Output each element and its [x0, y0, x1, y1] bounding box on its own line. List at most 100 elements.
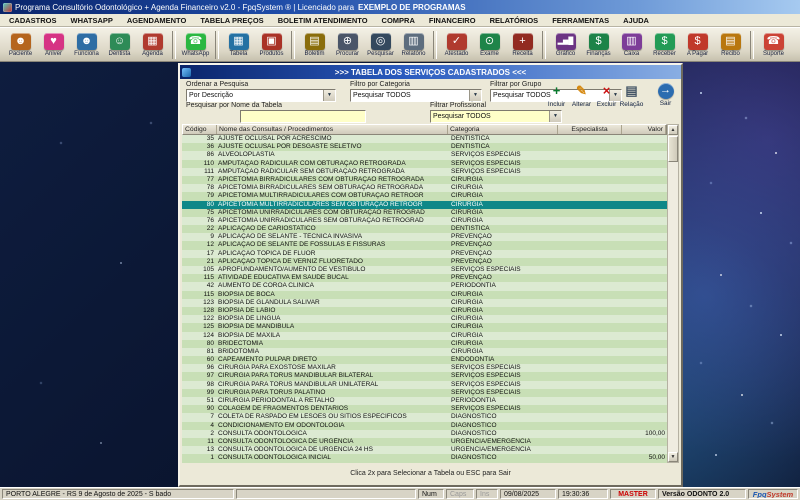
menu-item-whatsapp[interactable]: WHATSAPP	[64, 15, 120, 26]
toolbar-button-gr-fico[interactable]: ▂▅█Gráfico	[550, 33, 581, 57]
table-row[interactable]: 22APLICAÇÃO DE CARIOSTATICODENTISTICA	[182, 225, 667, 233]
table-row[interactable]: 51CIRURGIA PERIODONTAL A RETALHOPERIODON…	[182, 397, 667, 405]
toolbar-button-a-pagar[interactable]: $A Pagar	[682, 33, 713, 57]
table-row[interactable]: 122BIOPSIA DE LINGUACIRURGIA	[182, 315, 667, 323]
toolbar-button-receita[interactable]: +Receita	[507, 33, 538, 57]
menu-item-agendamento[interactable]: AGENDAMENTO	[120, 15, 193, 26]
menu-item-cadastros[interactable]: CADASTROS	[2, 15, 64, 26]
table-row[interactable]: 90COLAGEM DE FRAGMENTOS DENTARIOSSERVIÇO…	[182, 405, 667, 413]
column-header-codigo[interactable]: Código	[183, 125, 217, 134]
toolbar-button-dentista[interactable]: ☺Dentista	[104, 33, 135, 57]
menu-item-ajuda[interactable]: AJUDA	[616, 15, 656, 26]
table-row[interactable]: 105APROFUNDAMENTO/AUMENTO DE VESTIBULOSE…	[182, 266, 667, 274]
menu-item-tabela-pre-os[interactable]: TABELA PREÇOS	[193, 15, 270, 26]
table-row[interactable]: 9APLICAÇÃO DE SELANTE - TÉCNICA INVASIVA…	[182, 233, 667, 241]
alterar-button[interactable]: ✎Alterar	[569, 83, 594, 108]
toolbar-button-suporte[interactable]: ☎Suporte	[758, 33, 789, 57]
toolbar-label-receita: Receita	[512, 51, 532, 57]
column-header-valor[interactable]: Valor	[622, 125, 666, 134]
table-row[interactable]: 80BRIDECTOMIACIRURGIA	[182, 340, 667, 348]
table-name-search-input[interactable]	[240, 110, 366, 123]
toolbar-button-produtos[interactable]: ▣Produtos	[256, 33, 287, 57]
toolbar-button-pesquisar[interactable]: ◎Pesquisar	[365, 33, 396, 57]
vertical-scrollbar[interactable]: ▲ ▼	[667, 124, 679, 463]
table-row[interactable]: 99CIRURGIA PARA TORUS PALATINOSERVIÇOS E…	[182, 389, 667, 397]
table-row[interactable]: 4CONDICIONAMENTO EM ODONTOLOGIADIAGNÓSTI…	[182, 422, 667, 430]
incluir-button[interactable]: +Incluir	[544, 83, 569, 108]
cell-nome: APLICAÇÃO DE SELANTE - TÉCNICA INVASIVA	[216, 233, 449, 241]
table-row[interactable]: 98CIRURGIA PARA TORUS MANDIBULAR UNILATE…	[182, 381, 667, 389]
table-row[interactable]: 77APICETOMIA BIRRADICULARES COM OBTURAÇÃ…	[182, 176, 667, 184]
cell-especialista	[559, 266, 623, 274]
toolbar-button-paciente[interactable]: ☻Paciente	[5, 33, 36, 57]
table-row[interactable]: 115BIOPSIA DE BOCACIRURGIA	[182, 291, 667, 299]
table-row[interactable]: 110AMPUTAÇÃO RADICULAR COM OBTURAÇÃO RET…	[182, 160, 667, 168]
menu-item-relat-rios[interactable]: RELATÓRIOS	[483, 15, 546, 26]
cell-categoria: SERVIÇOS ESPECIAIS	[449, 266, 559, 274]
toolbar-button-funciona[interactable]: ☻Funciona	[71, 33, 102, 57]
table-row[interactable]: 125BIOPSIA DE MANDIBULACIRURGIA	[182, 323, 667, 331]
menu-item-ferramentas[interactable]: FERRAMENTAS	[545, 15, 616, 26]
scroll-down-icon[interactable]: ▼	[668, 452, 678, 462]
toolbar-button-relat-rio[interactable]: ▥Relatório	[398, 33, 429, 57]
toolbar-button-procurar[interactable]: ⊕Procurar	[332, 33, 363, 57]
cell-especialista	[559, 299, 623, 307]
toolbar-button-atestado[interactable]: ✓Atestado	[441, 33, 472, 57]
toolbar-button-agenda[interactable]: ▦Agenda	[137, 33, 168, 57]
toolbar-button-boletim[interactable]: ▤Boletim	[299, 33, 330, 57]
table-row[interactable]: 79APICETOMIA MULTIRRADICULARES COM OBTUR…	[182, 192, 667, 200]
table-row[interactable]: 42AUMENTO DE COROA CLINICAPERIODONTIA	[182, 282, 667, 290]
table-row[interactable]: 123BIOPSIA DE GLÂNDULA SALIVARCIRURGIA	[182, 299, 667, 307]
cell-especialista	[559, 389, 623, 397]
column-header-especialista[interactable]: Especialista	[558, 125, 622, 134]
toolbar-button-exame[interactable]: ⊙Exame	[474, 33, 505, 57]
toolbar-button-whatsapp[interactable]: ☎WhatsApp	[180, 33, 211, 57]
table-row[interactable]: 21APLICAÇÃO TÓPICA DE VERNIZ FLUORETADOP…	[182, 258, 667, 266]
toolbar-button-receber[interactable]: $Receber	[649, 33, 680, 57]
table-row[interactable]: 35AJUSTE OCLUSAL POR ACRESCIMODENTISTICA	[182, 135, 667, 143]
cell-especialista	[559, 291, 623, 299]
table-row[interactable]: 128BIOPSIA DE LABIOCIRURGIA	[182, 307, 667, 315]
table-row[interactable]: 75APICETOMIA UNIRRADICULARES COM OBTURAÇ…	[182, 209, 667, 217]
table-row[interactable]: 13CONSULTA ODONTOLÓGICA DE URGÊNCIA 24 H…	[182, 446, 667, 454]
scrollbar-thumb[interactable]	[668, 136, 678, 162]
column-header-nome[interactable]: Nome das Consultas / Procedimentos	[217, 125, 448, 134]
table-row[interactable]: 124BIOPSIA DE MAXILACIRURGIA	[182, 332, 667, 340]
cell-categoria: SERVIÇOS ESPECIAIS	[449, 372, 559, 380]
toolbar-button-finan-as[interactable]: $Finanças	[583, 33, 614, 57]
table-row[interactable]: 12APLICAÇÃO DE SELANTE DE FÓSSULAS E FIS…	[182, 241, 667, 249]
table-row[interactable]: 1CONSULTA ODONTOLÓGICA INICIALDIAGNÓSTIC…	[182, 454, 667, 462]
toolbar-button-caixa[interactable]: ▥Caixa	[616, 33, 647, 57]
table-row[interactable]: 36AJUSTE OCLUSAL POR DESGASTE SELETIVODE…	[182, 143, 667, 151]
table-row[interactable]: 115ATIVIDADE EDUCATIVA EM SAÚDE BUCALPRE…	[182, 274, 667, 282]
cell-codigo: 90	[182, 405, 216, 413]
table-row[interactable]: 96CIRURGIA PARA EXOSTOSE MAXILARSERVIÇOS…	[182, 364, 667, 372]
toolbar-button-aniver[interactable]: ♥Aniver	[38, 33, 69, 57]
table-row[interactable]: 78APICETOMIA BIRRADICULARES SEM OBTURAÇÃ…	[182, 184, 667, 192]
excluir-button[interactable]: ×Excluir	[594, 83, 619, 108]
table-row[interactable]: 111AMPUTAÇÃO RADICULAR SEM OBTURAÇÃO RET…	[182, 168, 667, 176]
table-row[interactable]: 76APICETOMIA UNIRRADICULARES SEM OBTURAÇ…	[182, 217, 667, 225]
table-row[interactable]: 80APICETOMIA MULTIRRADICULARES SEM OBTUR…	[182, 201, 667, 209]
table-row[interactable]: 7COLETA DE RASPADO EM LESÕES OU SITIOS E…	[182, 413, 667, 421]
table-row[interactable]: 81BRIDOTOMIACIRURGIA	[182, 348, 667, 356]
toolbar-button-recibo[interactable]: ▤Recibo	[715, 33, 746, 57]
table-row[interactable]: 86ALVEOLOPLASTIASERVIÇOS ESPECIAIS	[182, 151, 667, 159]
column-header-categoria[interactable]: Categoria	[448, 125, 558, 134]
table-row[interactable]: 97CIRURGIA PARA TORUS MANDIBULAR BILATER…	[182, 372, 667, 380]
toolbar-label-whatsapp: WhatsApp	[182, 51, 210, 57]
table-row[interactable]: 2CONSULTA ODONTOLÓGICADIAGNÓSTICO100,00	[182, 430, 667, 438]
menu-item-financeiro[interactable]: FINANCEIRO	[422, 15, 483, 26]
professional-filter-select[interactable]: Pesquisar TODOS ▼	[430, 110, 562, 123]
scroll-up-icon[interactable]: ▲	[668, 125, 678, 135]
table-row[interactable]: 60CAPEAMENTO PULPAR DIRETOENDODONTIA	[182, 356, 667, 364]
menu-item-boletim-atendimento[interactable]: BOLETIM ATENDIMENTO	[271, 15, 375, 26]
sair-button[interactable]: →Sair	[653, 83, 678, 107]
toolbar-button-tabela[interactable]: ▦Tabela	[223, 33, 254, 57]
category-filter-select[interactable]: Pesquisar TODOS ▼	[350, 89, 482, 102]
table-row[interactable]: 11CONSULTA ODONTOLÓGICA DE URGÊNCIAURGÊN…	[182, 438, 667, 446]
table-row[interactable]: 17APLICAÇÃO TÓPICA DE FLÚORPREVENÇÃO	[182, 250, 667, 258]
rela-o-button[interactable]: ▤Relação	[619, 83, 644, 108]
order-search-select[interactable]: Por Descrição ▼	[186, 89, 336, 102]
menu-item-compra[interactable]: COMPRA	[375, 15, 422, 26]
